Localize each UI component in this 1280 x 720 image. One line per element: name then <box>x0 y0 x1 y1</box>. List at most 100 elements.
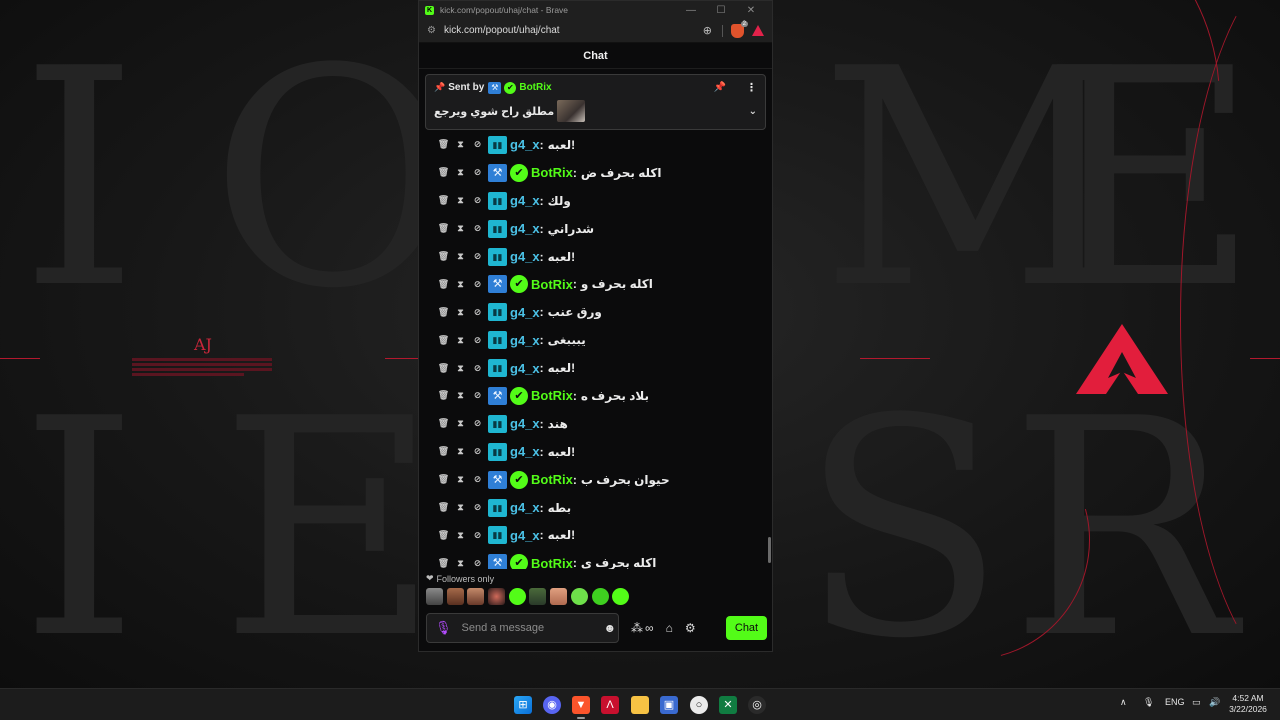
unpin-icon[interactable]: 📌 <box>714 82 726 93</box>
scrollbar[interactable] <box>768 537 771 563</box>
chat-message[interactable]: 🗑 ⧗ ⊘ ▮▮ g4_x: بطه <box>419 494 772 522</box>
delete-icon[interactable]: 🗑 <box>435 251 452 262</box>
username[interactable]: BotRix <box>531 388 573 403</box>
network-icon[interactable]: ▭ <box>1192 697 1201 708</box>
delete-icon[interactable]: 🗑 <box>435 307 452 318</box>
chat-message[interactable]: 🗑 ⧗ ⊘ ⚒ ✔ BotRix: بلاد بحرف ه <box>419 382 772 410</box>
ban-icon[interactable]: ⊘ <box>469 502 486 513</box>
minimize-button[interactable]: — <box>676 5 706 16</box>
delete-icon[interactable]: 🗑 <box>435 530 452 541</box>
username[interactable]: g4_x <box>510 221 540 236</box>
chat-message[interactable]: 🗑 ⧗ ⊘ ▮▮ g4_x: لعبه! <box>419 438 772 466</box>
delete-icon[interactable]: 🗑 <box>435 363 452 374</box>
ban-icon[interactable]: ⊘ <box>469 363 486 374</box>
timeout-icon[interactable]: ⧗ <box>452 502 469 513</box>
volume-icon[interactable]: 🔊 <box>1209 697 1220 708</box>
chat-message[interactable]: 🗑 ⧗ ⊘ ▮▮ g4_x: ولك <box>419 187 772 215</box>
ban-icon[interactable]: ⊘ <box>469 335 486 346</box>
timeout-icon[interactable]: ⧗ <box>452 363 469 374</box>
brave-browser-icon[interactable]: ▼ <box>572 696 590 719</box>
delete-icon[interactable]: 🗑 <box>435 335 452 346</box>
file-explorer-icon[interactable] <box>631 696 649 714</box>
delete-icon[interactable]: 🗑 <box>435 195 452 206</box>
emote[interactable] <box>446 588 464 605</box>
brave-rewards-icon[interactable] <box>752 25 764 36</box>
timeout-icon[interactable]: ⧗ <box>452 223 469 234</box>
emote[interactable] <box>570 588 588 605</box>
pinned-message[interactable]: 📌 Sent by ⚒ ✔ BotRix 📌 ⋮ مطلق راح شوي وي… <box>425 74 766 130</box>
username[interactable]: BotRix <box>531 165 573 180</box>
timeout-icon[interactable]: ⧗ <box>452 418 469 429</box>
ban-icon[interactable]: ⊘ <box>469 167 486 178</box>
timeout-icon[interactable]: ⧗ <box>452 335 469 346</box>
chat-message[interactable]: 🗑 ⧗ ⊘ ▮▮ g4_x: هند <box>419 410 772 438</box>
ban-icon[interactable]: ⊘ <box>469 530 486 541</box>
username[interactable]: g4_x <box>510 193 540 208</box>
timeout-icon[interactable]: ⧗ <box>452 474 469 485</box>
delete-icon[interactable]: 🗑 <box>435 390 452 401</box>
timeout-icon[interactable]: ⧗ <box>452 279 469 290</box>
chat-message[interactable]: 🗑 ⧗ ⊘ ⚒ ✔ BotRix: حيوان بحرف ب <box>419 466 772 494</box>
delete-icon[interactable]: 🗑 <box>435 167 452 178</box>
ban-icon[interactable]: ⊘ <box>469 474 486 485</box>
maximize-button[interactable]: ☐ <box>706 5 736 16</box>
chat-message[interactable]: 🗑 ⧗ ⊘ ⚒ ✔ BotRix: اكله بحرف ض <box>419 159 772 187</box>
username[interactable]: g4_x <box>510 528 540 543</box>
site-settings-icon[interactable]: ⚙ <box>427 25 436 36</box>
emote[interactable] <box>488 588 506 605</box>
chevron-up-icon[interactable]: ∧ <box>1120 697 1127 708</box>
chat-message[interactable]: 🗑 ⧗ ⊘ ▮▮ g4_x: شدراني <box>419 215 772 243</box>
username[interactable]: g4_x <box>510 361 540 376</box>
more-options-icon[interactable]: ⋮ <box>746 81 757 94</box>
username[interactable]: g4_x <box>510 500 540 515</box>
timeout-icon[interactable]: ⧗ <box>452 307 469 318</box>
timeout-icon[interactable]: ⧗ <box>452 139 469 150</box>
microphone-tray-icon[interactable]: 🎙 <box>1143 697 1154 708</box>
brave-shield-icon[interactable]: 2 <box>731 20 748 38</box>
ban-icon[interactable]: ⊘ <box>469 390 486 401</box>
chat-area[interactable]: 📌 Sent by ⚒ ✔ BotRix 📌 ⋮ مطلق راح شوي وي… <box>419 69 772 569</box>
chat-message[interactable]: 🗑 ⧗ ⊘ ▮▮ g4_x: لعبه! <box>419 243 772 271</box>
timeout-icon[interactable]: ⧗ <box>452 195 469 206</box>
pinned-author[interactable]: BotRix <box>519 82 551 93</box>
game-launcher-icon[interactable]: ▣ <box>660 696 678 714</box>
timeout-icon[interactable]: ⧗ <box>452 167 469 178</box>
ban-icon[interactable]: ⊘ <box>469 139 486 150</box>
store-icon[interactable]: ⌂ <box>666 621 673 635</box>
delete-icon[interactable]: 🗑 <box>435 223 452 234</box>
emote[interactable] <box>467 588 485 605</box>
ban-icon[interactable]: ⊘ <box>469 446 486 457</box>
zoom-icon[interactable]: ⊕ <box>703 24 712 37</box>
delete-icon[interactable]: 🗑 <box>435 446 452 457</box>
username[interactable]: BotRix <box>531 472 573 487</box>
windows-start-icon[interactable]: ⊞ <box>514 696 532 714</box>
emote[interactable] <box>612 588 630 605</box>
delete-icon[interactable]: 🗑 <box>435 418 452 429</box>
chat-message[interactable]: 🗑 ⧗ ⊘ ▮▮ g4_x: لعبه! <box>419 521 772 549</box>
username[interactable]: BotRix <box>531 556 573 569</box>
username[interactable]: g4_x <box>510 416 540 431</box>
send-chat-button[interactable]: Chat <box>726 616 767 640</box>
username[interactable]: g4_x <box>510 249 540 264</box>
delete-icon[interactable]: 🗑 <box>435 474 452 485</box>
emote[interactable] <box>550 588 568 605</box>
username[interactable]: g4_x <box>510 137 540 152</box>
emote[interactable] <box>591 588 609 605</box>
excel-icon[interactable]: ✕ <box>719 696 737 714</box>
emoji-icon[interactable]: ☻ <box>604 621 617 635</box>
ban-icon[interactable]: ⊘ <box>469 307 486 318</box>
ban-icon[interactable]: ⊘ <box>469 279 486 290</box>
discord-icon[interactable]: ◉ <box>543 696 561 714</box>
ban-icon[interactable]: ⊘ <box>469 418 486 429</box>
username[interactable]: g4_x <box>510 305 540 320</box>
timeout-icon[interactable]: ⧗ <box>452 251 469 262</box>
emote[interactable] <box>529 588 547 605</box>
username[interactable]: g4_x <box>510 444 540 459</box>
emote[interactable] <box>508 588 526 605</box>
timeout-icon[interactable]: ⧗ <box>452 558 469 569</box>
timeout-icon[interactable]: ⧗ <box>452 390 469 401</box>
emote[interactable] <box>426 588 443 605</box>
language-indicator[interactable]: ENG <box>1165 697 1185 707</box>
delete-icon[interactable]: 🗑 <box>435 558 452 569</box>
chevron-down-icon[interactable]: ⌄ <box>749 106 757 117</box>
